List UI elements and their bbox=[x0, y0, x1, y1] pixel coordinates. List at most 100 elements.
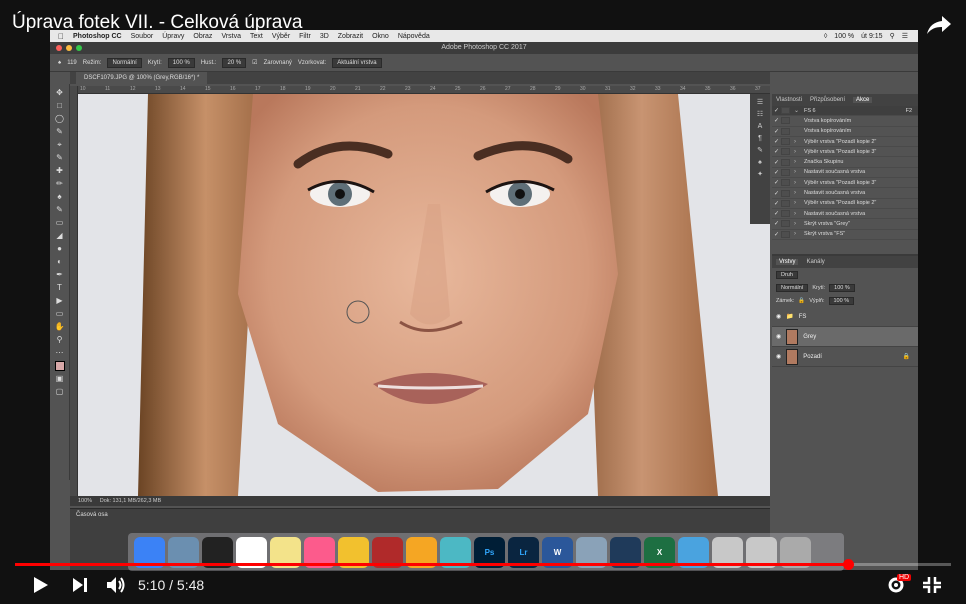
chevron-right-icon[interactable]: › bbox=[794, 231, 804, 237]
clone-source-icon[interactable]: ♠ bbox=[755, 158, 765, 167]
menu-item[interactable]: Okno bbox=[372, 33, 389, 40]
sample-select[interactable]: Aktuální vrstva bbox=[332, 57, 382, 68]
opacity-select[interactable]: 100 % bbox=[167, 57, 195, 68]
zoom-level[interactable]: 100% bbox=[78, 498, 92, 504]
eyedropper-tool-icon[interactable]: ✎ bbox=[55, 153, 65, 163]
tab-layers[interactable]: Vrstvy bbox=[776, 259, 799, 265]
gradient-tool-icon[interactable]: ◢ bbox=[55, 231, 65, 241]
dialog-toggle[interactable] bbox=[781, 138, 790, 146]
more-tools-icon[interactable]: ⋯ bbox=[55, 348, 65, 358]
action-row[interactable]: ✓ › Značka Skupinu bbox=[772, 157, 918, 168]
chevron-right-icon[interactable]: › bbox=[794, 149, 804, 155]
check-icon[interactable]: ✓ bbox=[772, 107, 781, 114]
tab-adjustments[interactable]: Přizpůsobení bbox=[810, 97, 845, 103]
menu-item[interactable]: Nápověda bbox=[398, 33, 430, 40]
minimize-window-button[interactable] bbox=[66, 45, 72, 51]
check-icon[interactable]: ✓ bbox=[772, 190, 781, 197]
brush-size[interactable]: 119 bbox=[67, 60, 77, 66]
action-row[interactable]: ✓ Vrstva kopírováním bbox=[772, 127, 918, 137]
color-swatches-icon[interactable] bbox=[54, 361, 65, 371]
tab-channels[interactable]: Kanály bbox=[806, 259, 824, 265]
history-brush-tool-icon[interactable]: ✎ bbox=[55, 205, 65, 215]
check-icon[interactable]: ✓ bbox=[772, 169, 781, 176]
dialog-toggle[interactable] bbox=[781, 189, 790, 197]
blend-mode-select[interactable]: Normální bbox=[776, 283, 809, 292]
dialog-toggle[interactable] bbox=[781, 199, 790, 207]
play-icon[interactable] bbox=[28, 574, 52, 596]
check-icon[interactable]: ✓ bbox=[772, 200, 781, 207]
paragraph-icon[interactable]: ¶ bbox=[755, 134, 765, 143]
eye-icon[interactable]: ◉ bbox=[776, 353, 781, 360]
dialog-toggle[interactable] bbox=[781, 127, 790, 135]
check-icon[interactable]: ✓ bbox=[772, 128, 781, 135]
check-icon[interactable]: ✓ bbox=[772, 159, 781, 166]
hand-tool-icon[interactable]: ✋ bbox=[55, 322, 65, 332]
document-tab[interactable]: DSCF1079.JPG @ 100% (Grey,RGB/16*) * bbox=[76, 72, 208, 84]
action-row[interactable]: ✓ ⌄ FS 6 F2 bbox=[772, 106, 918, 117]
quick-select-tool-icon[interactable]: ✎ bbox=[55, 127, 65, 137]
video-player[interactable]: Úprava fotek VII. - Celková úprava  Pho… bbox=[0, 0, 966, 604]
check-icon[interactable]: ✓ bbox=[772, 220, 781, 227]
action-row[interactable]: ✓ › Skrýt vrstva "FS" bbox=[772, 230, 918, 240]
aligned-checkbox[interactable]: ☑ bbox=[252, 59, 257, 66]
eraser-tool-icon[interactable]: ▭ bbox=[55, 218, 65, 228]
dialog-toggle[interactable] bbox=[781, 230, 790, 238]
move-tool-icon[interactable]: ✥ bbox=[55, 88, 65, 98]
dialog-toggle[interactable] bbox=[781, 117, 790, 125]
type-tool-icon[interactable]: T bbox=[55, 283, 65, 293]
dialog-toggle[interactable] bbox=[781, 107, 790, 115]
menu-item[interactable]: 3D bbox=[320, 33, 329, 40]
check-icon[interactable]: ✓ bbox=[772, 148, 781, 155]
check-icon[interactable]: ✓ bbox=[772, 231, 781, 238]
check-icon[interactable]: ✓ bbox=[772, 210, 781, 217]
next-icon[interactable] bbox=[68, 574, 92, 596]
lock-icon[interactable]: 🔒 bbox=[798, 298, 805, 304]
action-row[interactable]: ✓ › Výběr vrstva "Pozadí kopie 2" bbox=[772, 199, 918, 209]
layer-row-selected[interactable]: ◉ Grey bbox=[772, 327, 918, 347]
dialog-toggle[interactable] bbox=[781, 220, 790, 228]
character-icon[interactable]: A bbox=[755, 122, 765, 131]
chevron-right-icon[interactable]: › bbox=[794, 169, 804, 175]
tools-preset-icon[interactable]: ✦ bbox=[755, 170, 765, 179]
layer-row[interactable]: ◉ 📁 FS bbox=[772, 307, 918, 327]
lasso-tool-icon[interactable]: ◯ bbox=[55, 114, 65, 124]
healing-tool-icon[interactable]: ✚ bbox=[55, 166, 65, 176]
blur-tool-icon[interactable]: ● bbox=[55, 244, 65, 254]
brush-settings-icon[interactable]: ✎ bbox=[755, 146, 765, 155]
chevron-right-icon[interactable]: ⌄ bbox=[794, 107, 804, 114]
chevron-right-icon[interactable]: › bbox=[794, 221, 804, 227]
eye-icon[interactable]: ◉ bbox=[776, 313, 781, 320]
eye-icon[interactable]: ◉ bbox=[776, 333, 781, 340]
layer-filter-select[interactable]: Druh bbox=[776, 270, 798, 279]
chevron-right-icon[interactable]: › bbox=[794, 190, 804, 196]
action-row[interactable]: ✓ › Výběr vrstva "Pozadí kopie 3" bbox=[772, 147, 918, 158]
check-icon[interactable]: ✓ bbox=[772, 117, 781, 124]
menu-clock[interactable]: út 9:15 bbox=[861, 33, 882, 40]
share-icon[interactable] bbox=[926, 14, 952, 36]
action-row[interactable]: ✓ › Nastavit současná vrstva bbox=[772, 188, 918, 199]
action-row[interactable]: ✓ › Výběr vrstva "Pozadí kopie 2" bbox=[772, 137, 918, 148]
wifi-icon[interactable]: ◊ bbox=[824, 33, 827, 40]
layer-row[interactable]: ◉ Pozadí 🔒 bbox=[772, 347, 918, 367]
zoom-window-button[interactable] bbox=[76, 45, 82, 51]
chevron-right-icon[interactable]: › bbox=[794, 200, 804, 206]
stamp-tool-icon[interactable]: ♠ bbox=[58, 60, 61, 66]
chevron-right-icon[interactable]: › bbox=[794, 180, 804, 186]
mode-select[interactable]: Normální bbox=[107, 57, 142, 68]
adjust-icon[interactable]: ☷ bbox=[755, 110, 765, 119]
menu-item[interactable]: Zobrazit bbox=[338, 33, 363, 40]
action-row[interactable]: ✓ › Nastavit současná vrstva bbox=[772, 209, 918, 220]
chevron-right-icon[interactable]: › bbox=[794, 159, 804, 165]
action-row[interactable]: ✓ Vrstva kopírováním bbox=[772, 116, 918, 127]
dialog-toggle[interactable] bbox=[781, 168, 790, 176]
pen-tool-icon[interactable]: ✒ bbox=[55, 270, 65, 280]
chevron-right-icon[interactable]: › bbox=[794, 211, 804, 217]
image-canvas[interactable] bbox=[78, 94, 770, 496]
action-row[interactable]: ✓ › Výběr vrstva "Pozadí kopie 3" bbox=[772, 178, 918, 189]
search-icon[interactable]: ⚲ bbox=[890, 32, 895, 40]
dodge-tool-icon[interactable]: ◐ bbox=[55, 257, 65, 267]
dialog-toggle[interactable] bbox=[781, 158, 790, 166]
volume-icon[interactable] bbox=[104, 574, 128, 596]
menu-list-icon[interactable]: ☰ bbox=[902, 32, 908, 40]
chevron-right-icon[interactable]: › bbox=[794, 139, 804, 145]
